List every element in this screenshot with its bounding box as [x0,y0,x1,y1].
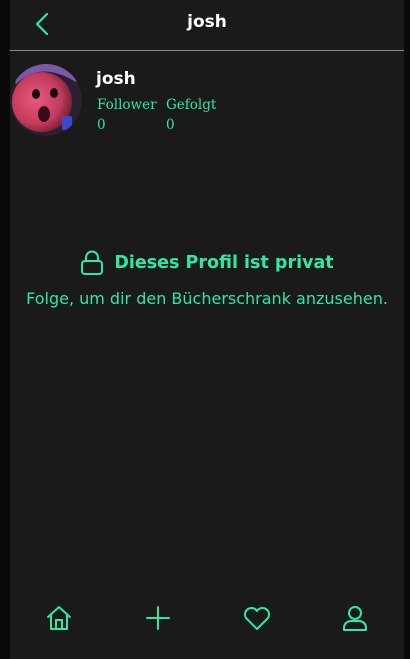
following-count[interactable]: 0 [166,117,175,133]
private-message: Folge, um dir den Bücherschrank anzusehe… [26,289,388,308]
page-title: josh [187,12,227,32]
plus-icon[interactable] [138,596,178,640]
follower-count[interactable]: 0 [97,117,106,133]
app-screen: josh josh Follower 0 Gefolgt 0 Dieses Pr… [10,0,404,659]
profile-name: josh [96,69,136,89]
avatar[interactable] [10,64,82,136]
user-icon[interactable] [335,596,375,640]
home-icon[interactable] [39,596,79,640]
private-notice: Dieses Profil ist privat [10,250,404,276]
heart-icon[interactable] [237,596,277,640]
private-title: Dieses Profil ist privat [114,253,334,273]
lock-icon [80,250,104,276]
bottom-nav [10,596,404,640]
top-bar: josh [10,0,404,51]
following-label[interactable]: Gefolgt [166,97,216,113]
follower-label[interactable]: Follower [97,97,157,113]
